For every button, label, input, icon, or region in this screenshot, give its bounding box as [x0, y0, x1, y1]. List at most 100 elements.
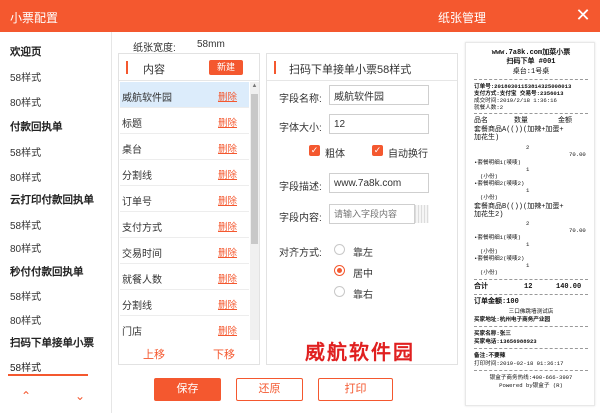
new-button[interactable]: 新建 — [209, 60, 243, 75]
receipt-sub4-note: (小份) — [480, 269, 498, 276]
sidebar-item-welcome-58[interactable]: 58样式 — [10, 69, 41, 84]
delete-link[interactable]: 删除 — [218, 245, 237, 259]
list-item[interactable]: 支付方式 删除 — [120, 212, 249, 238]
list-item[interactable]: 订单号 删除 — [120, 186, 249, 212]
settings-panel-header: 扫码下单接单小票58样式 — [267, 54, 457, 81]
delete-link[interactable]: 删除 — [218, 167, 237, 181]
scroll-up-icon[interactable]: ⌃ — [18, 389, 34, 403]
scroll-arrow-up-icon[interactable]: ▲ — [250, 82, 259, 91]
receipt-print-time: 打印时间:2019-02-18 01:36:17 — [474, 360, 564, 367]
window-title: 小票配置 — [10, 11, 59, 25]
field-name-label: 字段名称: — [279, 94, 322, 105]
receipt-total-amount: 140.00 — [556, 283, 582, 291]
save-button[interactable]: 保存 — [154, 378, 221, 401]
receipt-order-amount: 订单金额:100 — [474, 298, 519, 306]
sidebar-item-instant-58[interactable]: 58样式 — [10, 288, 41, 303]
move-up-button[interactable]: 上移 — [143, 346, 165, 362]
delete-link[interactable]: 删除 — [218, 89, 237, 103]
auto-wrap-checkbox[interactable]: ✓ — [372, 145, 383, 156]
sidebar-item-payment-80[interactable]: 80样式 — [10, 169, 41, 184]
sidebar-item-cloud-58[interactable]: 58样式 — [10, 217, 41, 232]
field-name-input[interactable] — [329, 85, 429, 105]
delete-link[interactable]: 删除 — [218, 115, 237, 129]
list-item[interactable]: 分割线 删除 — [120, 160, 249, 186]
list-item[interactable]: 威航软件园 删除 — [120, 82, 249, 108]
receipt-store: 三口佛跳墙测试店 — [508, 308, 554, 315]
settings-panel: 扫码下单接单小票58样式 字段名称: 字体大小: ✓ 粗体 ✓ 自动换行 字段描… — [266, 53, 458, 365]
align-right-radio[interactable] — [334, 286, 345, 297]
receipt-divider — [474, 348, 588, 349]
receipt-title: www.7a8k.com加菜小票 — [491, 49, 571, 57]
font-size-input[interactable] — [329, 114, 429, 134]
sidebar-item-payment-58[interactable]: 58样式 — [10, 144, 41, 159]
bold-label: 粗体 — [325, 149, 345, 160]
list-item[interactable]: 分割线 删除 — [120, 290, 249, 316]
field-content-input[interactable] — [329, 204, 415, 224]
content-panel: 内容 新建 威航软件园 删除 标题 删除 桌台 删除 分割线 删除 订单号 删除… — [118, 53, 260, 365]
list-item[interactable]: 就餐人数 删除 — [120, 264, 249, 290]
align-center-radio[interactable] — [334, 265, 345, 276]
receipt-sub2: •套餐明细2(唛唛2) — [474, 180, 525, 187]
restore-button[interactable]: 还原 — [236, 378, 303, 401]
receipt-sub2-qty: 1 — [526, 187, 530, 194]
list-item-name: 支付方式 — [122, 223, 162, 234]
list-item[interactable]: 门店 删除 — [120, 316, 249, 340]
delete-link[interactable]: 删除 — [218, 141, 237, 155]
content-panel-title: 内容 — [143, 64, 165, 76]
receipt-head-amount: 金额 — [558, 117, 572, 125]
list-item-name: 桌台 — [122, 145, 142, 156]
list-item[interactable]: 交易时间 删除 — [120, 238, 249, 264]
receipt-trade-time: 成交时间:2019/2/18 1:36:16 — [474, 97, 557, 104]
title-bar: 小票配置 纸张管理 ✕ — [0, 0, 600, 32]
field-content-label: 字段内容: — [279, 213, 322, 224]
receipt-sub2-note: (小份) — [480, 194, 498, 201]
list-scrollbar[interactable]: ▲ — [250, 82, 259, 340]
close-icon[interactable]: ✕ — [574, 6, 592, 24]
list-item-name: 标题 — [122, 119, 142, 130]
list-item-name: 分割线 — [122, 301, 152, 312]
field-content-hatch — [415, 205, 429, 223]
delete-link[interactable]: 删除 — [218, 297, 237, 311]
delete-link[interactable]: 删除 — [218, 219, 237, 233]
receipt-table: 桌台:1号桌 — [512, 68, 550, 76]
align-label: 对齐方式: — [279, 248, 322, 259]
list-item-name: 交易时间 — [122, 249, 162, 260]
field-desc-input[interactable] — [329, 173, 429, 193]
content-list: 威航软件园 删除 标题 删除 桌台 删除 分割线 删除 订单号 删除 支付方式 … — [120, 82, 249, 340]
receipt-item1-amount: 70.00 — [569, 151, 586, 158]
scroll-down-icon[interactable]: ⌄ — [72, 389, 88, 403]
receipt-sub4: •套餐明细2(唛唛2) — [474, 255, 525, 262]
move-down-button[interactable]: 下移 — [213, 346, 235, 362]
delete-link[interactable]: 删除 — [218, 193, 237, 207]
sidebar-item-payment-receipt[interactable]: 付款回执单 — [10, 119, 63, 134]
sidebar-item-welcome[interactable]: 欢迎页 — [10, 44, 42, 59]
sidebar-item-welcome-80[interactable]: 80样式 — [10, 94, 41, 109]
receipt-sub1: •套餐明细1(唛唛) — [474, 159, 521, 166]
receipt-pay-method: 支付方式:支付宝 交易号:2356013 — [474, 90, 564, 97]
receipt-powered: Powered by银盒子 (R) — [499, 382, 563, 389]
active-indicator — [8, 374, 88, 376]
header-accent-bar — [126, 61, 128, 74]
header-accent-bar — [274, 61, 276, 74]
settings-panel-title: 扫码下单接单小票58样式 — [289, 64, 412, 76]
list-item[interactable]: 桌台 删除 — [120, 134, 249, 160]
scrollbar-thumb[interactable] — [251, 94, 258, 244]
align-left-radio[interactable] — [334, 244, 345, 255]
sidebar-item-scan-order-ticket[interactable]: 扫码下单接单小票 — [10, 335, 94, 350]
list-item[interactable]: 标题 删除 — [120, 108, 249, 134]
sidebar-item-cloud-80[interactable]: 80样式 — [10, 240, 41, 255]
receipt-address: 买家地址:杭州电子商务产业园 — [474, 316, 551, 323]
receipt-order-no: 订单号:20180301153814325008013 — [474, 83, 572, 90]
align-right-label: 靠右 — [353, 290, 373, 301]
delete-link[interactable]: 删除 — [218, 271, 237, 285]
receipt-head-qty: 数量 — [514, 117, 528, 125]
print-button[interactable]: 打印 — [318, 378, 393, 401]
bold-checkbox[interactable]: ✓ — [309, 145, 320, 156]
sidebar-item-cloud-print-receipt[interactable]: 云打印付款回执单 — [10, 192, 94, 207]
sidebar-item-instant-pay-receipt[interactable]: 秒付付款回执单 — [10, 264, 84, 279]
sidebar-item-instant-80[interactable]: 80样式 — [10, 312, 41, 327]
paper-width-value: 58mm — [197, 39, 225, 50]
receipt-sub3: •套餐明细1(唛唛) — [474, 234, 521, 241]
delete-link[interactable]: 删除 — [218, 323, 237, 337]
sidebar-item-scan-58[interactable]: 58样式 — [10, 359, 41, 374]
